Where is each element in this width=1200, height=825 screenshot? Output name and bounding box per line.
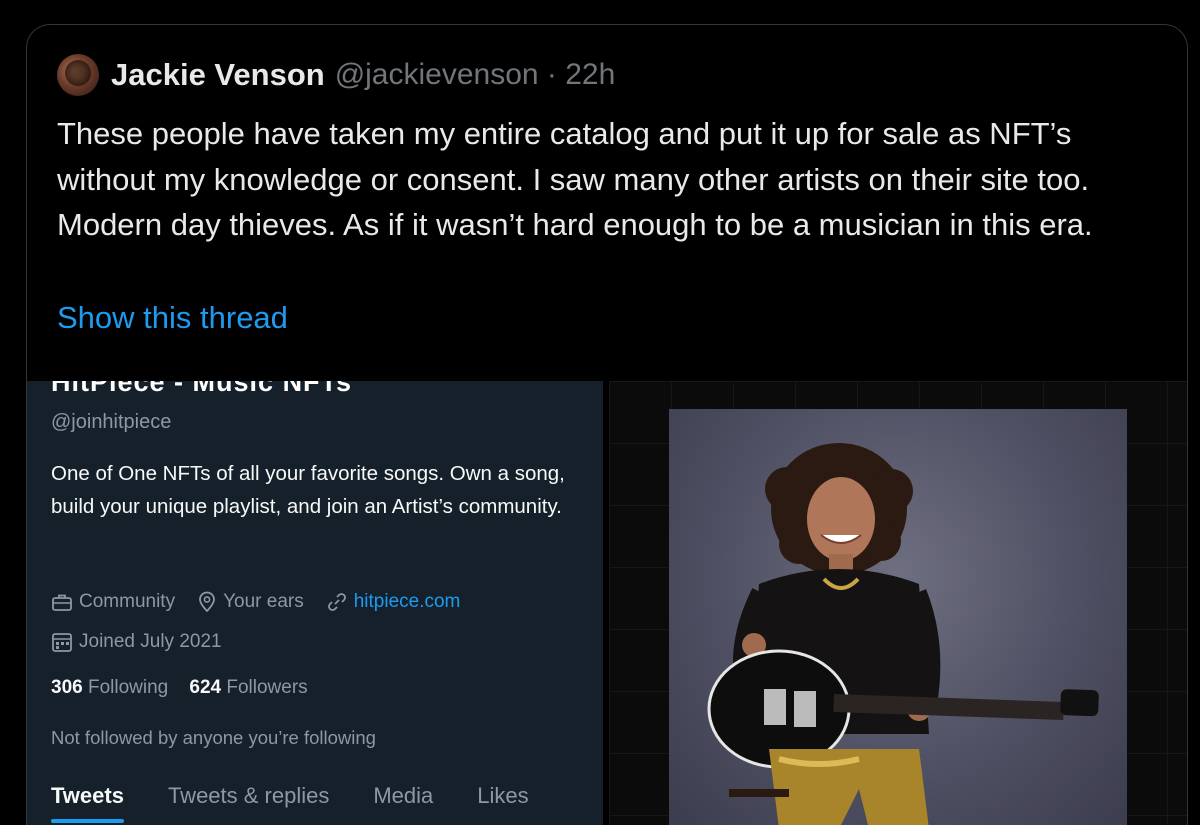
tweet-header: Jackie Venson @jackievenson · 22h [57, 54, 616, 96]
tweet-media[interactable]: HitPiece - Music NFTs @joinhitpiece One … [27, 381, 1187, 825]
location-label: Your ears [223, 591, 304, 612]
joined-label: Joined July 2021 [79, 631, 222, 652]
profile-tabs: Tweets Tweets & replies Media Likes [51, 783, 573, 823]
following-label: Following [87, 677, 169, 698]
profile-follow-counts: 306 Following 624 Followers [51, 677, 308, 699]
profile-meta-row: Community Your ears hitpiece.com [51, 591, 482, 613]
tab-media: Media [373, 783, 434, 808]
following-count: 306 [51, 677, 83, 698]
briefcase-icon [52, 594, 72, 611]
tab-likes: Likes [477, 783, 529, 808]
profile-joined: Joined July 2021 [51, 631, 222, 653]
profile-name: HitPiece - Music NFTs [51, 381, 353, 397]
media-image-artist-photo[interactable] [609, 381, 1187, 825]
profile-category: Community [51, 591, 175, 613]
followers-count: 624 [189, 677, 222, 698]
profile-website[interactable]: hitpiece.com [326, 591, 461, 613]
artist-photo [669, 409, 1127, 825]
category-label: Community [79, 591, 176, 612]
calendar-icon [52, 633, 72, 652]
media-image-profile-screenshot[interactable]: HitPiece - Music NFTs @joinhitpiece One … [27, 381, 603, 825]
tab-tweets: Tweets [51, 783, 124, 823]
link-icon [327, 593, 346, 611]
tweet-card[interactable]: Jackie Venson @jackievenson · 22h These … [26, 24, 1188, 825]
handle-and-time[interactable]: @jackievenson · 22h [335, 58, 616, 92]
profile-bio: One of One NFTs of all your favorite son… [51, 462, 565, 518]
tweet-text: These people have taken my entire catalo… [57, 116, 1093, 242]
tab-tweets-replies: Tweets & replies [167, 783, 330, 808]
guitarist-illustration [707, 443, 1099, 825]
followers-label: Followers [226, 677, 308, 698]
display-name[interactable]: Jackie Venson [111, 57, 325, 93]
show-thread-link[interactable]: Show this thread [57, 300, 288, 336]
location-pin-icon [199, 591, 215, 613]
profile-location: Your ears [197, 591, 304, 613]
not-followed-note: Not followed by anyone you’re following [51, 727, 376, 748]
avatar[interactable] [57, 54, 99, 96]
website-link[interactable]: hitpiece.com [354, 591, 461, 613]
profile-handle: @joinhitpiece [51, 411, 172, 433]
